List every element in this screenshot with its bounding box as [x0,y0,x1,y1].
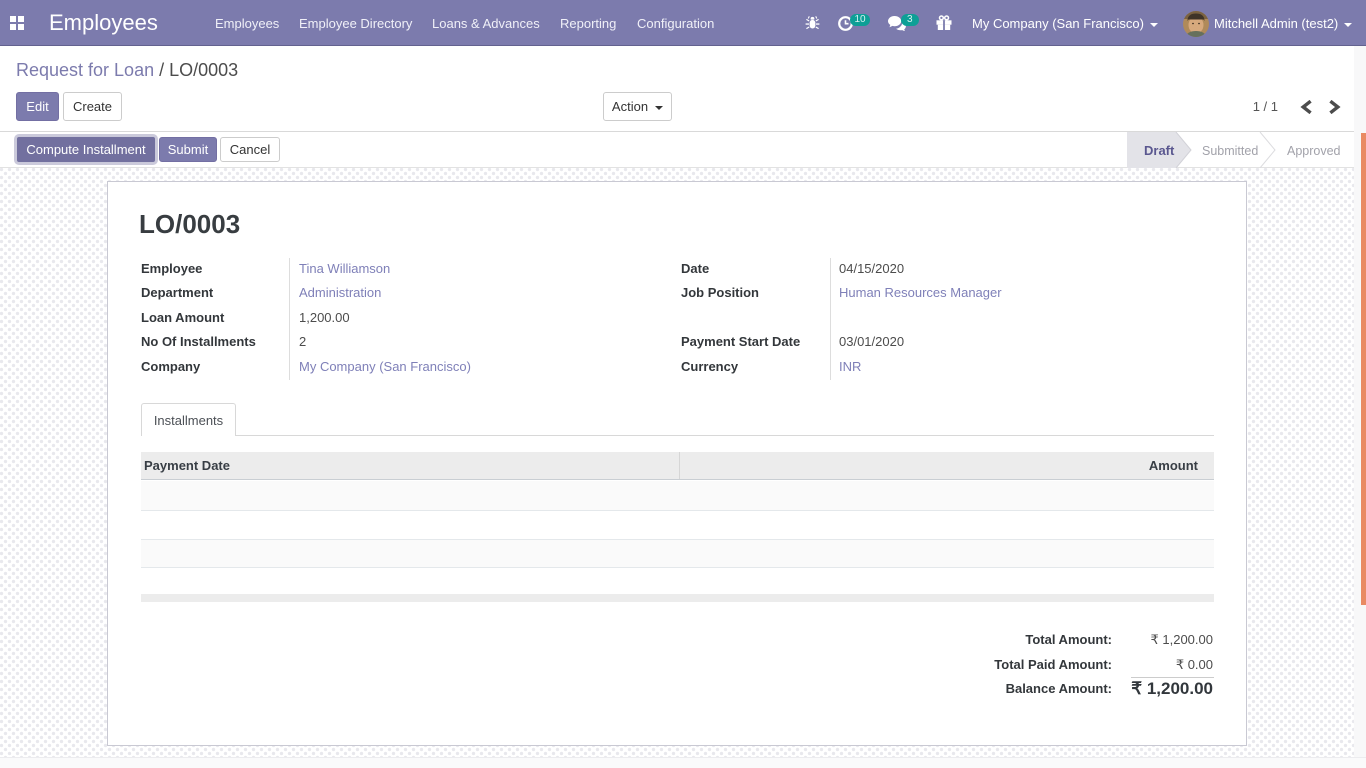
svg-text:Submitted: Submitted [1202,144,1258,158]
svg-text:Approved: Approved [1287,144,1341,158]
svg-text:Draft: Draft [1144,143,1175,158]
